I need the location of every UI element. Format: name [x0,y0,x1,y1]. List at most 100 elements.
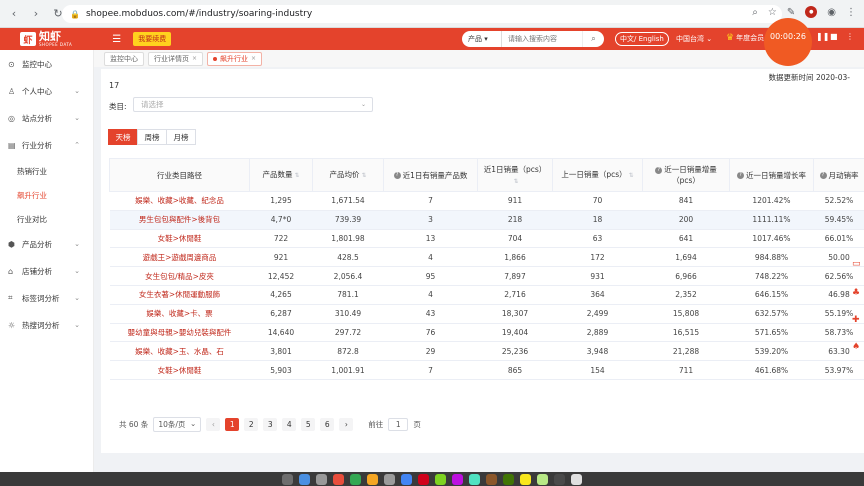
sidebar-item-product[interactable]: ⬢ 产品分析 ⌄ [0,234,94,254]
chat-icon[interactable]: ▭ [852,259,862,269]
tab-industry-detail[interactable]: 行业详情页 × [148,51,204,66]
goto-page-input[interactable]: 1 [388,418,409,431]
dock-app-icon[interactable] [520,473,531,485]
dock-app-icon[interactable] [571,473,582,485]
table-row[interactable]: 娛樂、收藏>收藏、紀念品 1,295 1,671.54 7 911 70 841 1201.4… [109,191,864,211]
sidebar-item-shop[interactable]: ⌂ 店铺分析 ⌄ [0,261,94,281]
col-header-sales-1d[interactable]: 近1日销量（pcs） ⇅ [477,158,553,192]
menu-toggle-icon[interactable]: ☰ [112,34,121,45]
extension-badge-icon[interactable]: ● [805,6,818,18]
dock-app-icon[interactable] [418,473,429,485]
col-header-monthly-rate[interactable]: ? 月动销率 [813,158,864,192]
page-size-select[interactable]: 10条/页 ⌄ [153,417,202,432]
page-button[interactable]: 2 [244,418,259,431]
star-icon[interactable]: ☆ [768,7,777,18]
sidebar-item-industry[interactable]: ▤ 行业分析 ⌃ [0,135,94,155]
dock-app-icon[interactable] [333,473,344,485]
help-icon[interactable]: ? [737,172,744,179]
category-path-link[interactable]: 娛樂、收藏>卡、票 [109,304,250,324]
dock-app-icon[interactable] [401,473,412,485]
dock-app-icon[interactable] [554,473,565,485]
stop-icon[interactable]: ■ [830,32,838,41]
dock-app-icon[interactable] [350,473,361,485]
language-switch[interactable]: 中文/ English [615,32,669,46]
page-button[interactable]: 1 [225,418,240,431]
sidebar-item-hot-search[interactable]: ☼ 热搜词分析 ⌄ [0,315,94,335]
menu-dots-icon[interactable]: ⋮ [846,7,856,18]
category-path-link[interactable]: 女鞋>休閒鞋 [109,229,250,249]
table-row[interactable]: 女生包包/精品>皮夾 12,452 2,056.4 95 7,897 931 6,966 74… [109,266,864,286]
search-icon[interactable]: ⌕ [582,31,604,47]
table-row[interactable]: 遊戲王>遊戲周邊商品 921 428.5 4 1,866 172 1,694 984.88% 5… [109,247,864,268]
vip-badge[interactable]: ♛ 年度会员 [726,33,764,43]
dock-app-icon[interactable] [367,473,378,485]
category-path-link[interactable]: 女生衣著>休閒運動服飾 [109,285,250,305]
table-row[interactable]: 女鞋>休閒鞋 5,903 1,001.91 7 865 154 711 461.68% 53.9… [109,360,864,380]
sidebar-item-monitor[interactable]: ⊙ 监控中心 [0,54,94,74]
extension-icon[interactable]: ✎ [787,7,795,18]
col-header-product-count[interactable]: 产品数量 ⇅ [249,158,313,192]
help-icon[interactable]: ? [393,172,401,179]
close-icon[interactable]: × [192,55,197,62]
category-path-link[interactable]: 嬰幼童與母親>嬰幼兒裝與配件 [109,323,250,343]
category-path-link[interactable]: 女生包包/精品>皮夾 [109,266,250,286]
dock-app-icon[interactable] [469,473,480,485]
sort-icon[interactable]: ⇅ [361,172,366,179]
sidebar-subitem-industry-compare[interactable]: 行业对比 [0,210,94,228]
search-input[interactable] [502,31,582,47]
gift-icon[interactable]: ✚ [852,315,862,325]
category-path-link[interactable]: 娛樂、收藏>收藏、紀念品 [109,191,250,211]
sort-icon[interactable]: ⇅ [513,178,518,185]
sidebar-subitem-hot-industry[interactable]: 热销行业 [0,162,94,180]
pause-icon[interactable]: ❚❚ [816,32,829,41]
page-button[interactable]: 3 [263,418,278,431]
category-path-link[interactable]: 遊戲王>遊戲周邊商品 [109,247,250,268]
dock-app-icon[interactable] [282,473,293,485]
notification-icon[interactable]: ♠ [852,342,862,352]
logo[interactable]: 虾 知虾 SHOPEE DATA [20,31,72,47]
sort-icon[interactable]: ⇅ [294,172,299,179]
tab-week[interactable]: 周榜 [137,129,167,145]
table-row[interactable]: 女鞋>休閒鞋 722 1,801.98 13 704 63 641 1017.46% 66.01… [109,229,864,249]
sidebar-item-tag[interactable]: ⌗ 标签词分析 ⌄ [0,288,94,308]
page-button[interactable]: 5 [301,418,316,431]
sort-icon[interactable]: ⇅ [629,172,634,179]
bell-icon[interactable]: ♣ [852,288,862,298]
dock-app-icon[interactable] [384,473,395,485]
table-row[interactable]: 女生衣著>休閒運動服飾 4,265 781.1 4 2,716 364 2,352 646.1… [109,285,864,305]
forward-icon[interactable]: › [28,6,44,22]
tab-month[interactable]: 月榜 [166,129,196,145]
tab-soaring-industry[interactable]: 飙升行业 × [207,51,263,66]
page-button[interactable]: 6 [320,418,335,431]
dock-app-icon[interactable] [316,473,327,485]
table-row[interactable]: 娛樂、收藏>玉、水晶、石 3,801 872.8 29 25,236 3,948 21,28… [109,341,864,362]
col-header-avg-price[interactable]: 产品均价 ⇅ [312,158,384,192]
sidebar-item-personal[interactable]: ♙ 个人中心 ⌄ [0,81,94,101]
category-select[interactable]: 请选择 ⌄ [133,97,373,112]
col-header-sales-prev[interactable]: 上一日销量（pcs） ⇅ [552,158,643,192]
col-header-growth-rate[interactable]: ? 近一日销量增长率 [729,158,814,192]
table-row[interactable]: 男生包包與配件>後背包 4,7*0 739.39 3 218 18 200 1111.11% 5… [109,210,864,230]
category-path-link[interactable]: 女鞋>休閒鞋 [109,360,250,380]
category-path-link[interactable]: 娛樂、收藏>玉、水晶、石 [109,341,250,362]
category-path-link[interactable]: 男生包包與配件>後背包 [109,210,250,230]
close-icon[interactable]: × [251,55,256,62]
dock-app-icon[interactable] [435,473,446,485]
col-header-sold-products[interactable]: ? 近1日有销量产品数 [383,158,478,192]
address-bar[interactable]: 🔒 shopee.mobduos.com/#/industry/soaring-… [62,5,782,23]
dock-app-icon[interactable] [452,473,463,485]
profile-icon[interactable]: ◉ [827,7,836,18]
col-header-path[interactable]: 行业类目路径 [109,158,250,192]
tab-monitor[interactable]: 监控中心 [104,51,144,66]
renew-button[interactable]: 我要续费 [133,32,172,46]
back-icon[interactable]: ‹ [6,6,22,22]
dock-app-icon[interactable] [299,473,310,485]
help-icon[interactable]: ? [819,172,827,179]
table-row[interactable]: 娛樂、收藏>卡、票 6,287 310.49 43 18,307 2,499 15,808 6… [109,304,864,324]
page-button[interactable]: 4 [282,418,297,431]
dock-app-icon[interactable] [486,473,497,485]
more-icon[interactable]: ⋮ [846,32,854,41]
table-row[interactable]: 嬰幼童與母親>嬰幼兒裝與配件 14,640 297.72 76 19,404 2,889 1… [109,323,864,343]
zoom-icon[interactable]: ⌕ [752,7,758,18]
col-header-sales-increase[interactable]: ? 近一日销量增量（pcs） [642,158,730,192]
